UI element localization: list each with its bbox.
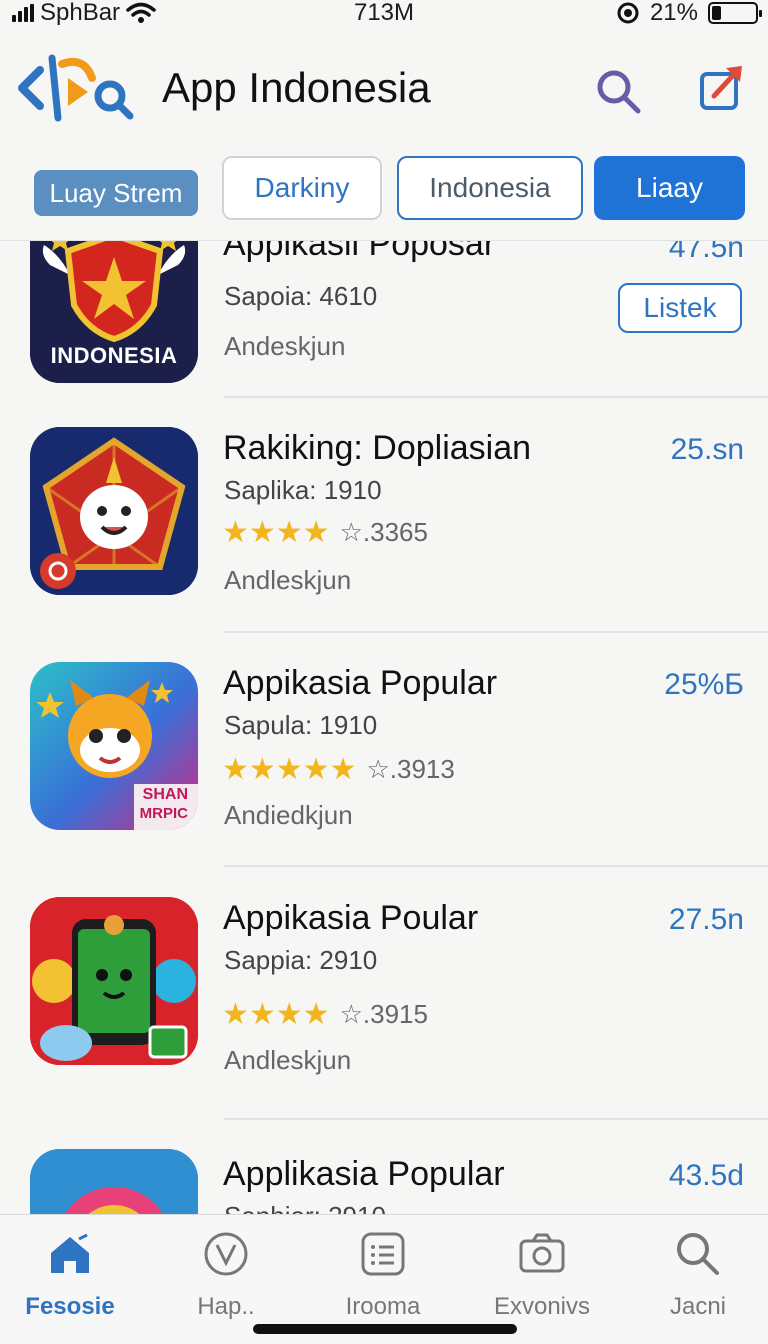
app-developer: Andleskjun <box>224 565 352 595</box>
rating-count: ☆.3365 <box>339 517 428 547</box>
tab-label: Hap.. <box>197 1293 255 1320</box>
list-item[interactable]: Appikasia Poular Sappia: 2910 ★★★★ ☆.391… <box>0 881 768 1120</box>
app-subtitle: Saplika: 1910 <box>224 475 382 505</box>
page-title: App Indonesia <box>162 64 431 111</box>
battery-icon <box>708 2 762 24</box>
camera-icon <box>519 1233 565 1273</box>
app-rating: ★★★★★ ☆.3913 <box>222 752 455 787</box>
chip-luay-strem[interactable]: Luay Strem <box>34 170 198 216</box>
rating-stars: ★★★★ <box>222 516 330 549</box>
search-icon[interactable] <box>593 66 643 116</box>
app-icon <box>30 427 198 595</box>
rating-stars: ★★★★ <box>222 998 330 1031</box>
chip-indonesia[interactable]: Indonesia <box>397 156 583 220</box>
list-item[interactable]: INDONESIA Appikasil Poposar Sapoia: 4610… <box>0 240 768 411</box>
row-divider <box>224 631 768 633</box>
battery-fill <box>712 6 721 20</box>
battery-percent: 21% <box>649 0 698 26</box>
app-header: App Indonesia <box>0 40 768 140</box>
app-subtitle: Sapoia: 4610 <box>224 281 378 311</box>
app-rating: ★★★★ ☆.3365 <box>222 515 428 550</box>
app-rating: ★★★★ ☆.3915 <box>222 997 428 1032</box>
status-right: 21% <box>616 0 762 26</box>
app-size: 27.5n <box>668 903 744 936</box>
check-circle-icon <box>204 1232 248 1276</box>
tab-label: Exvonivs <box>493 1293 591 1320</box>
app-title: Applikasia Popular <box>223 1155 505 1193</box>
rating-count: ☆.3915 <box>339 999 428 1029</box>
list-icon <box>361 1232 405 1276</box>
app-size: 25.sn <box>670 433 744 466</box>
app-icon <box>30 897 198 1065</box>
app-subtitle: Sapula: 1910 <box>224 710 378 740</box>
icon-label: INDONESIA <box>50 343 178 368</box>
app-subtitle: Sanhiar: 2910 <box>224 1201 386 1215</box>
tab-label: Fesosie <box>25 1293 115 1320</box>
app-list: INDONESIA Appikasil Poposar Sapoia: 4610… <box>0 240 768 1215</box>
app-title: Appikasia Popular <box>223 664 498 702</box>
app-developer: Andleskjun <box>224 1045 352 1075</box>
status-bar: SphBar 713M 21% <box>0 0 768 30</box>
share-icon[interactable] <box>692 60 748 116</box>
app-title: Rakiking: Dopliasian <box>223 429 532 467</box>
rating-count: ☆.3913 <box>366 754 455 784</box>
location-icon <box>617 2 639 24</box>
app-developer: Andiedkjun <box>224 800 353 830</box>
tab-search[interactable]: Jacni <box>628 1229 768 1329</box>
rating-stars: ★★★★★ <box>222 753 357 786</box>
tab-label: Jacni <box>669 1293 727 1320</box>
app-store-screen: SphBar 713M 21% App Indonesia Luay Strem… <box>0 0 768 1344</box>
icon-label: MRPIC <box>139 805 188 822</box>
home-indicator[interactable] <box>253 1324 517 1334</box>
tab-home[interactable]: Fesosie <box>0 1229 140 1329</box>
chip-darkiny[interactable]: Darkiny <box>222 156 382 220</box>
home-icon <box>51 1233 89 1273</box>
row-divider <box>224 396 768 398</box>
row-divider <box>224 865 768 867</box>
search-icon <box>677 1233 719 1275</box>
get-button[interactable]: Listek <box>618 283 742 333</box>
list-item[interactable]: Applikasia Popular Sanhiar: 2910 43.5d <box>0 1135 768 1215</box>
color-ring-icon <box>30 1149 198 1215</box>
app-icon: INDONESIA <box>30 241 198 383</box>
app-developer: Andeskjun <box>224 331 346 361</box>
app-title: Appikasia Poular <box>223 899 479 937</box>
icon-label: SHAN <box>142 786 188 803</box>
list-item[interactable]: Rakiking: Dopliasian Saplika: 1910 ★★★★ … <box>0 411 768 647</box>
app-size: 47.5n <box>668 240 744 264</box>
tab-irooma[interactable]: Irooma <box>313 1229 453 1329</box>
app-logo-icon <box>18 54 134 122</box>
mascot-shield-icon <box>30 427 198 595</box>
chip-liaay[interactable]: Liaay <box>594 156 745 220</box>
list-item[interactable]: SHAN MRPIC Appikasia Popular Sapula: 191… <box>0 646 768 882</box>
app-size: 25%Б <box>664 668 744 701</box>
tab-hap[interactable]: Hap.. <box>156 1229 296 1329</box>
app-subtitle: Sappia: 2910 <box>224 945 378 975</box>
app-size: 43.5d <box>668 1159 744 1192</box>
category-chips: Luay Strem Darkiny Indonesia Liaay <box>0 150 768 230</box>
app-title: Appikasil Poposar <box>223 240 496 263</box>
app-icon: SHAN MRPIC <box>30 662 198 830</box>
tab-exvonivs[interactable]: Exvonivs <box>472 1229 612 1329</box>
row-divider <box>224 1118 768 1120</box>
app-icon <box>30 1149 198 1215</box>
tab-label: Irooma <box>345 1293 421 1320</box>
phone-mascot-icon <box>30 897 198 1065</box>
